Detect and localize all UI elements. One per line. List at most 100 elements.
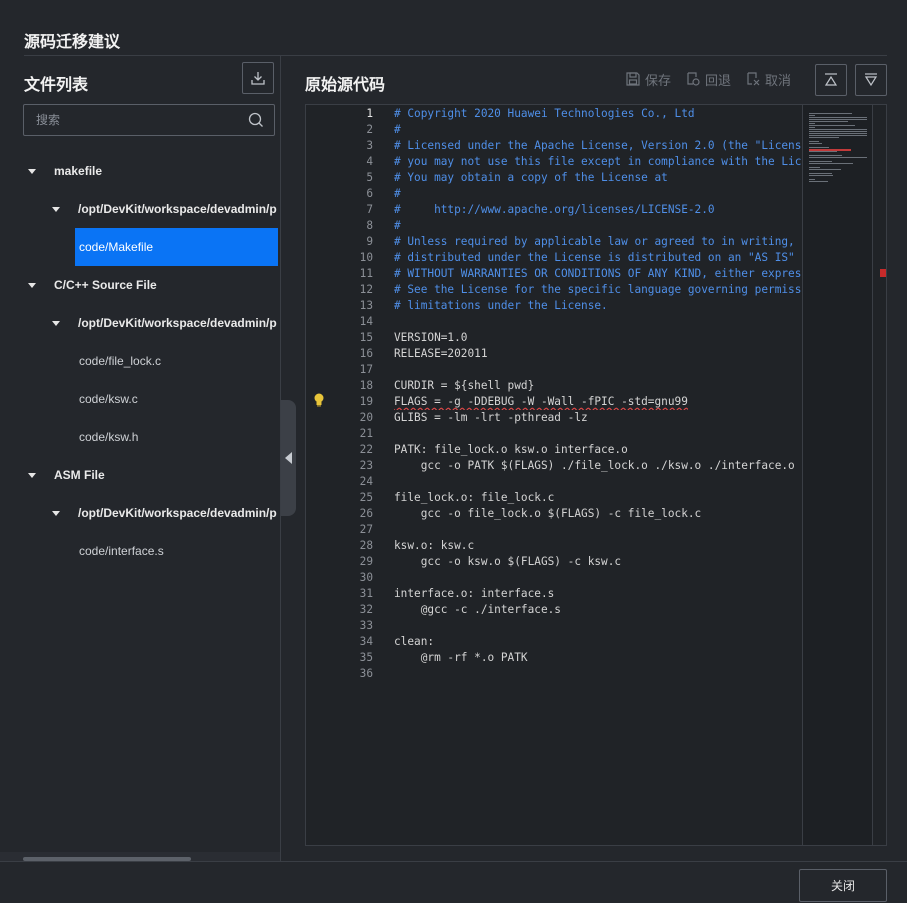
line-number: 29	[359, 555, 373, 568]
code-text: PATK: file_lock.o ksw.o interface.o	[394, 443, 628, 456]
tree-file-item[interactable]: code/ksw.h	[75, 418, 138, 456]
code-text: VERSION=1.0	[394, 331, 468, 344]
tree-group[interactable]: makefile	[28, 152, 102, 190]
dialog-title: 源码迁移建议	[24, 34, 121, 51]
minimap-line	[809, 147, 829, 148]
search-input[interactable]	[24, 105, 224, 135]
cancel-label: 取消	[765, 72, 792, 88]
minimap-line	[809, 163, 853, 164]
tree-file-item[interactable]: code/ksw.c	[75, 380, 138, 418]
caret-down-icon	[52, 206, 60, 212]
code-text: # Copyright 2020 Huawei Technologies Co.…	[394, 107, 695, 120]
cancel-icon	[747, 72, 760, 86]
scroll-to-bottom-button[interactable]	[855, 64, 887, 96]
code-line: 23 gcc -o PATK $(FLAGS) ./file_lock.o ./…	[306, 458, 802, 474]
source-panel-title: 原始源代码	[305, 77, 386, 94]
line-number: 23	[359, 459, 373, 472]
save-button[interactable]: 保存	[625, 70, 671, 89]
code-text: # distributed under the License is distr…	[394, 251, 802, 264]
minimap-line	[809, 173, 832, 174]
minimap-line	[809, 119, 867, 120]
editor-vertical-scrollbar[interactable]	[872, 105, 886, 845]
caret-down-icon	[28, 168, 36, 174]
caret-left-icon	[284, 452, 292, 464]
minimap-line	[809, 125, 855, 126]
line-number: 6	[366, 187, 373, 200]
tree-file-item[interactable]: code/interface.s	[75, 532, 164, 570]
code-line: 31 interface.o: interface.s	[306, 586, 802, 602]
code-line: 2 #	[306, 122, 802, 138]
line-number: 13	[359, 299, 373, 312]
cancel-button[interactable]: 取消	[745, 70, 791, 89]
code-line: 16 RELEASE=202011	[306, 346, 802, 362]
code-line: 11 # WITHOUT WARRANTIES OR CONDITIONS OF …	[306, 266, 802, 282]
line-number: 32	[359, 603, 373, 616]
line-number: 8	[366, 219, 373, 232]
line-number: 21	[359, 427, 373, 440]
tree-directory[interactable]: /opt/DevKit/workspace/devadmin/p	[52, 304, 277, 342]
code-text: # Licensed under the Apache License, Ver…	[394, 139, 802, 152]
code-text: #	[394, 219, 401, 232]
minimap-line	[809, 181, 828, 182]
search-icon[interactable]	[248, 112, 264, 128]
minimap-line	[809, 141, 820, 142]
line-number: 14	[359, 315, 373, 328]
line-number: 5	[366, 171, 373, 184]
save-label: 保存	[645, 72, 672, 88]
close-button[interactable]: 关闭	[799, 869, 887, 902]
code-line: 12 # See the License for the specific lan…	[306, 282, 802, 298]
line-number: 18	[359, 379, 373, 392]
file-list-title: 文件列表	[24, 77, 89, 94]
tree-group[interactable]: C/C++ Source File	[28, 266, 157, 304]
minimap[interactable]	[802, 105, 872, 845]
export-button[interactable]	[242, 62, 274, 94]
minimap-line	[809, 157, 867, 158]
tree-directory[interactable]: /opt/DevKit/workspace/devadmin/p	[52, 494, 277, 532]
line-number: 15	[359, 331, 373, 344]
revert-icon	[687, 72, 700, 86]
code-text: file_lock.o: file_lock.c	[394, 491, 555, 504]
line-number: 25	[359, 491, 373, 504]
code-line: 30	[306, 570, 802, 586]
minimap-line	[809, 129, 867, 130]
tree-file-item[interactable]: code/file_lock.c	[75, 342, 161, 380]
code-line: 6 #	[306, 186, 802, 202]
code-text: # See the License for the specific langu…	[394, 283, 802, 296]
code-text: clean:	[394, 635, 435, 648]
code-text: # WITHOUT WARRANTIES OR CONDITIONS OF AN…	[394, 267, 802, 280]
code-line: 34 clean:	[306, 634, 802, 650]
code-editor[interactable]: 36 35 @rm -rf *.o PATK 34 clean: 33 32 @gcc -…	[305, 104, 887, 846]
line-number: 16	[359, 347, 373, 360]
code-line: 14	[306, 314, 802, 330]
tree-file-item[interactable]: code/Makefile	[75, 228, 278, 266]
code-line: 13 # limitations under the License.	[306, 298, 802, 314]
line-number: 10	[359, 251, 373, 264]
line-number: 1	[366, 107, 373, 120]
revert-button[interactable]: 回退	[685, 70, 731, 89]
minimap-line	[809, 151, 837, 152]
line-number: 9	[366, 235, 373, 248]
toolbar: 保存	[625, 68, 671, 90]
code-line: 29 gcc -o ksw.o $(FLAGS) -c ksw.c	[306, 554, 802, 570]
code-text: # limitations under the License.	[394, 299, 608, 312]
code-text: gcc -o PATK $(FLAGS) ./file_lock.o ./ksw…	[394, 459, 802, 472]
line-number: 7	[366, 203, 373, 216]
minimap-line	[809, 115, 815, 116]
tree-group[interactable]: ASM File	[28, 456, 105, 494]
minimap-line	[809, 179, 815, 180]
lightbulb-icon[interactable]	[313, 393, 325, 407]
minimap-line	[809, 123, 815, 124]
code-line: 24	[306, 474, 802, 490]
minimap-line	[809, 155, 843, 156]
collapse-panel-handle[interactable]	[281, 400, 296, 516]
line-number: 22	[359, 443, 373, 456]
code-text: # You may obtain a copy of the License a…	[394, 171, 668, 184]
footer-bar	[0, 861, 907, 903]
code-text: FLAGS = -g -DDEBUG -W -Wall -fPIC -std=g…	[394, 395, 688, 408]
code-text: # Unless required by applicable law or a…	[394, 235, 802, 248]
scroll-to-top-button[interactable]	[815, 64, 847, 96]
tree-directory-label: /opt/DevKit/workspace/devadmin/p	[78, 316, 277, 330]
line-number: 30	[359, 571, 373, 584]
tree-directory[interactable]: /opt/DevKit/workspace/devadmin/p	[52, 190, 277, 228]
tree-group-label: C/C++ Source File	[54, 278, 157, 292]
